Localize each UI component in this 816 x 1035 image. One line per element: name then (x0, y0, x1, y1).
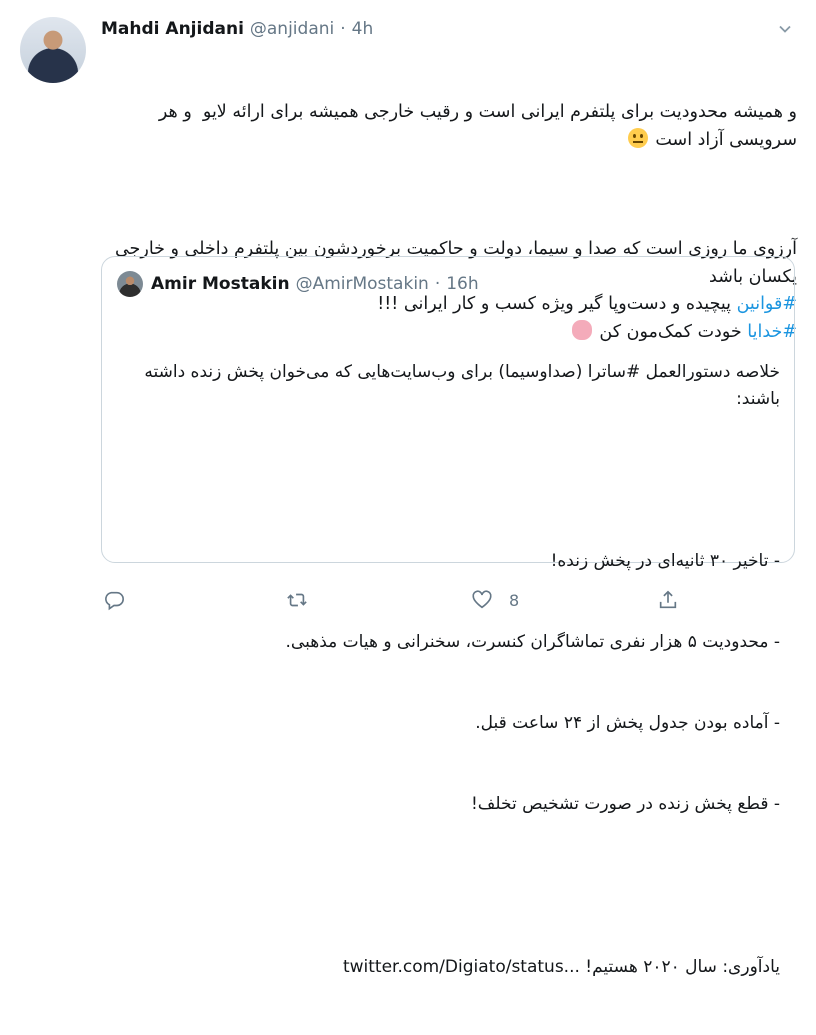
reply-icon (105, 591, 124, 611)
quoted-tweet-header: Amir Mostakin @AmirMostakin · 16h (151, 272, 479, 296)
author-handle[interactable]: @anjidani (250, 19, 334, 39)
tweet-header: Mahdi Anjidani @anjidani · 4h (101, 16, 373, 42)
reply-button[interactable] (103, 585, 125, 615)
tweet-actions: 8 (0, 585, 816, 615)
tweet-line-1: و همیشه محدودیت برای پلتفرم ایرانی است و… (153, 102, 797, 150)
quoted-line: - آماده بودن جدول پخش از ۲۴ ساعت قبل. (475, 713, 780, 733)
quoted-tweet[interactable]: Amir Mostakin @AmirMostakin · 16h خلاصه … (101, 256, 795, 977)
quoted-reminder-text: یادآوری: سال ۲۰۲۰ هستیم! (579, 957, 780, 977)
heart-icon (472, 590, 492, 609)
quoted-link[interactable]: twitter.com/Digiato/status... (343, 957, 580, 977)
neutral-face-emoji-icon (627, 127, 648, 148)
quoted-tweet-text: خلاصه دستورالعمل #ساترا (صداوسیما) برای … (118, 305, 780, 1035)
tweet-paragraph-1: و همیشه محدودیت برای پلتفرم ایرانی است و… (101, 99, 797, 154)
quoted-author-name: Amir Mostakin (151, 274, 290, 294)
retweet-button[interactable] (286, 585, 308, 615)
quoted-author-handle: @AmirMostakin (295, 274, 429, 294)
tweet-time[interactable]: 4h (352, 19, 374, 39)
author-name[interactable]: Mahdi Anjidani (101, 19, 244, 39)
like-button[interactable]: 8 (471, 585, 519, 615)
quoted-last-line: یادآوری: سال ۲۰۲۰ هستیم! twitter.com/Dig… (118, 954, 780, 981)
quoted-line: - تاخیر ۳۰ ثانیه‌ای در پخش زنده! (550, 551, 780, 571)
quoted-tweet-time: 16h (446, 274, 479, 294)
share-button[interactable] (657, 585, 679, 615)
retweet-icon (287, 593, 307, 607)
quoted-line: - محدودیت ۵ هزار نفری تماشاگران کنسرت، س… (285, 632, 780, 652)
quoted-line: خلاصه دستورالعمل #ساترا (صداوسیما) برای … (138, 362, 780, 409)
like-count: 8 (509, 590, 520, 610)
separator-dot: · (340, 19, 346, 39)
quoted-author-avatar (117, 271, 143, 297)
chevron-down-icon[interactable] (774, 18, 796, 40)
quoted-line: - قطع پخش زنده در صورت تشخیص تخلف! (470, 794, 780, 814)
quoted-line (118, 872, 780, 899)
quoted-line (118, 467, 780, 494)
quoted-separator-dot: · (434, 274, 441, 294)
share-icon (659, 590, 677, 609)
author-avatar[interactable] (20, 17, 86, 83)
